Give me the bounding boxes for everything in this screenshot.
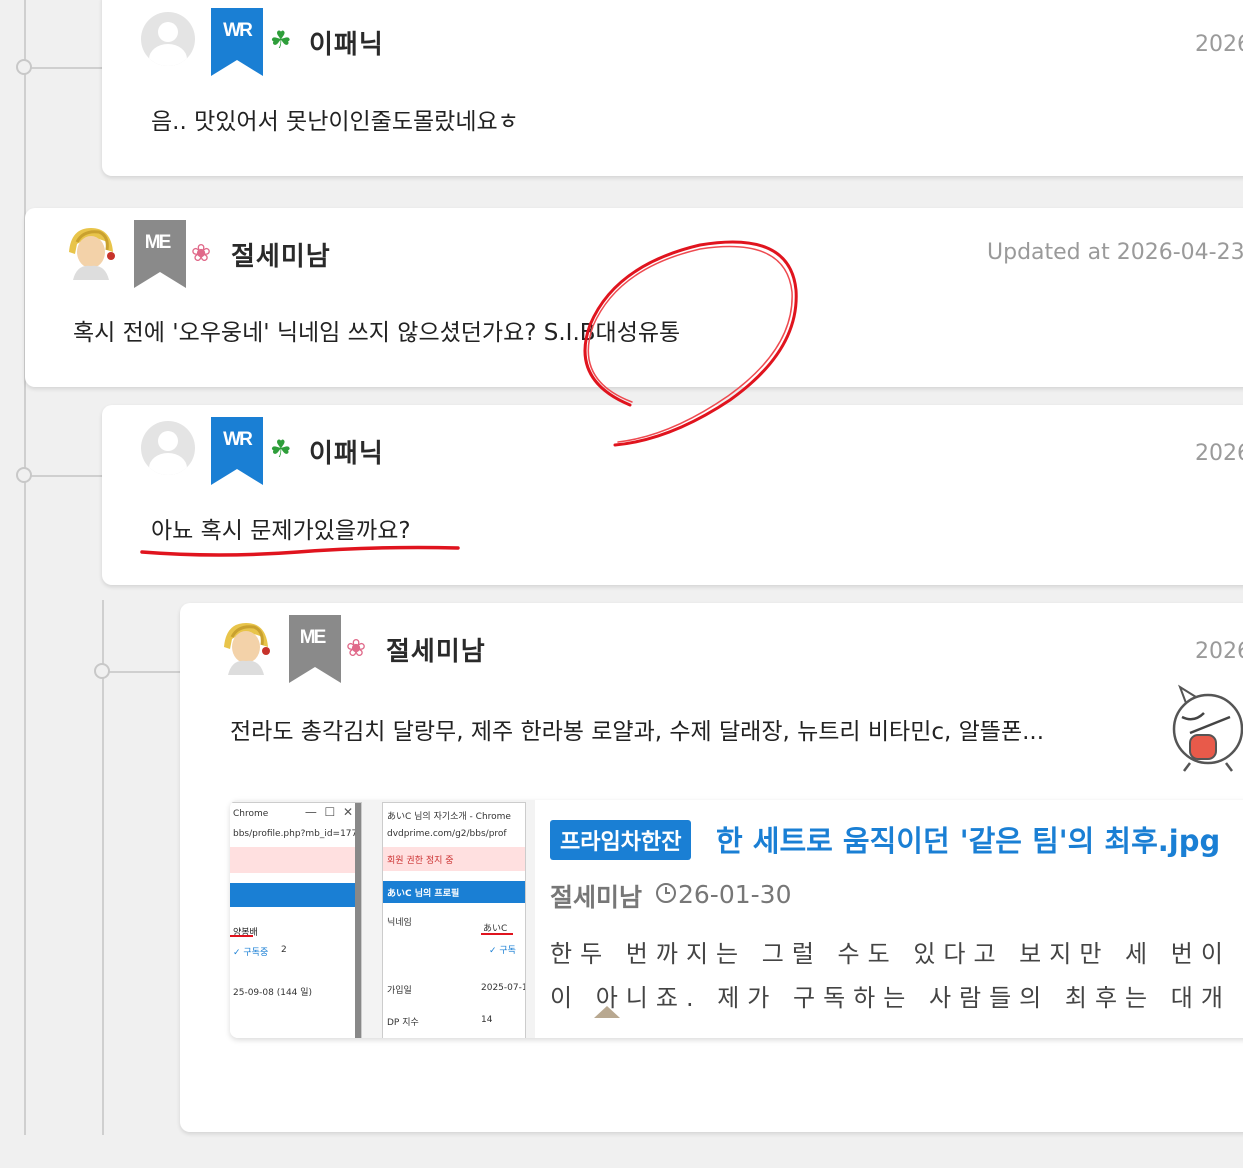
thread-line <box>102 600 104 1135</box>
red-underline-annotation <box>140 545 460 557</box>
comment-date: 2026 <box>1195 441 1243 466</box>
link-author: 절세미남 <box>550 883 643 912</box>
comment-text: 음.. 맛있어서 못난이인줄도몰랐네요ㅎ <box>151 109 519 135</box>
clover-icon: ☘ <box>270 435 292 463</box>
comment-date: 2026 <box>1195 639 1243 664</box>
link-preview-card[interactable]: Chrome — ☐ ✕ bbs/profile.php?mb_id=1772.… <box>230 800 1243 1038</box>
thread-node <box>94 663 110 679</box>
link-date: 26-01-30 <box>678 880 792 909</box>
lotus-icon: ❀ <box>191 239 212 267</box>
comment-text: 전라도 총각김치 달랑무, 제주 한라봉 로얄과, 수제 달래장, 뉴트리 비타… <box>230 719 1045 745</box>
thread-branch <box>102 671 180 673</box>
comment-author[interactable]: 절세미남 <box>231 236 331 273</box>
link-description: 한두 번까지는 그럴 수도 있다고 보지만 세 번이 넘어가면 <box>550 940 1243 968</box>
writer-badge-label: WR <box>223 20 253 41</box>
member-badge-label: ME <box>144 232 172 253</box>
avatar[interactable] <box>141 12 195 66</box>
clock-icon <box>656 883 676 903</box>
link-description: 이 아니죠. 제가 구독하는 사람들의 최후는 대개 대 <box>550 984 1243 1012</box>
avatar[interactable] <box>218 617 274 675</box>
red-circle-annotation <box>583 240 798 447</box>
member-badge-icon <box>289 615 341 683</box>
comment-author[interactable]: 이패닉 <box>309 433 384 470</box>
avatar[interactable] <box>141 421 195 475</box>
member-badge-icon <box>134 220 186 288</box>
comment-author[interactable]: 절세미남 <box>386 631 486 668</box>
writer-badge-icon <box>211 417 263 485</box>
comment-card: WR ☘ 이패닉 2026 음.. 맛있어서 못난이인줄도몰랐네요ㅎ <box>102 0 1243 176</box>
lotus-icon: ❀ <box>346 634 367 662</box>
thread-node <box>16 59 32 75</box>
link-title[interactable]: 한 세트로 움직이던 '같은 팀'의 최후.jpg <box>716 818 1220 860</box>
board-category-tag[interactable]: 프라임차한잔 <box>550 820 692 860</box>
avatar[interactable] <box>63 222 119 280</box>
comment-date: Updated at 2026-04-23 <box>987 240 1243 265</box>
thumb-window-right: あいC 님의 자기소개 - Chrome dvdprime.com/g2/bbs… <box>382 802 526 1038</box>
small-triangle-icon <box>594 1006 620 1018</box>
thumb-window-left: Chrome — ☐ ✕ bbs/profile.php?mb_id=1772.… <box>230 802 362 1038</box>
thread-node <box>16 467 32 483</box>
link-thumbnail: Chrome — ☐ ✕ bbs/profile.php?mb_id=1772.… <box>230 800 535 1038</box>
comment-author[interactable]: 이패닉 <box>309 24 384 61</box>
member-badge-label: ME <box>299 627 327 648</box>
clover-icon: ☘ <box>270 26 292 54</box>
writer-badge-icon <box>211 8 263 76</box>
comment-date: 2026 <box>1195 32 1243 57</box>
thread-line <box>24 0 26 1135</box>
thread-branch <box>24 67 102 69</box>
crying-emoticon-icon <box>1172 684 1243 772</box>
writer-badge-label: WR <box>223 429 253 450</box>
comment-card: ME ❀ 절세미남 2026 전라도 총각김치 달랑무, 제주 한라봉 로얄과,… <box>180 603 1243 1132</box>
thread-branch <box>24 475 102 477</box>
